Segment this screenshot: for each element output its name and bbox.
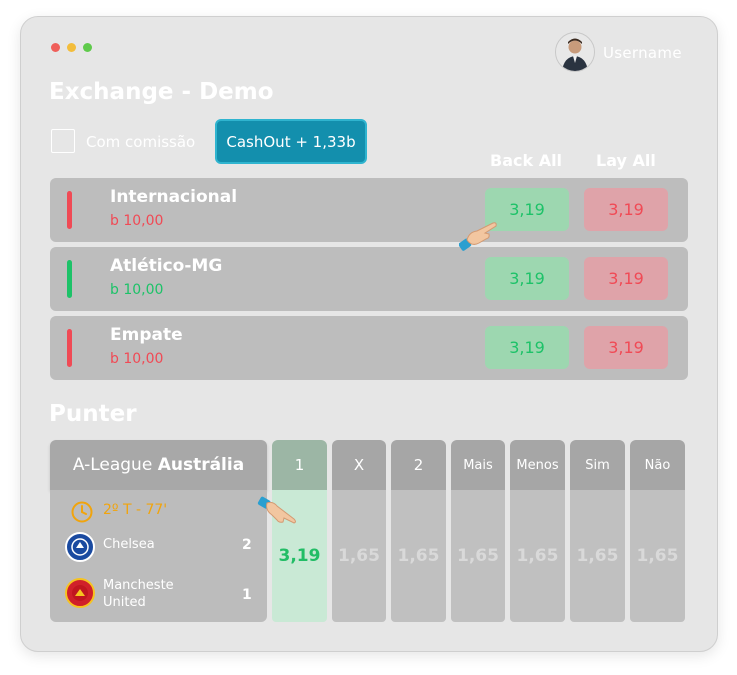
lay-odd-button[interactable]: 3,19 (584, 257, 668, 300)
away-team-score: 1 (242, 587, 252, 603)
punter-section-title: Punter (49, 401, 137, 427)
pointer-hand-icon (459, 222, 497, 251)
market-odd-sim[interactable]: 1,65 (570, 490, 625, 622)
away-team-name: Mancheste United (103, 577, 174, 611)
home-team-name: Chelsea (103, 537, 155, 552)
away-team-name-line2: United (103, 595, 146, 610)
back-odd-button[interactable]: 3,19 (485, 326, 569, 369)
market-odd-2[interactable]: 1,65 (391, 490, 446, 622)
lay-all-button[interactable]: Lay All (596, 151, 656, 170)
runner-row-empate: Empate b 10,00 3,19 3,19 (50, 316, 688, 380)
lay-odd-button[interactable]: 3,19 (584, 326, 668, 369)
lay-odd-button[interactable]: 3,19 (584, 188, 668, 231)
market-header-2[interactable]: 2 (391, 440, 446, 490)
market-header-nao[interactable]: Não (630, 440, 685, 490)
runner-profit-loss: b 10,00 (110, 213, 164, 229)
runner-name: Empate (110, 325, 183, 345)
back-odd-button[interactable]: 3,19 (485, 257, 569, 300)
runner-profit-loss: b 10,00 (110, 351, 164, 367)
runner-status-bar (67, 329, 72, 367)
market-odd-menos[interactable]: 1,65 (510, 490, 565, 622)
league-header: A-League Austrália (50, 440, 267, 490)
league-prefix: A-League (72, 455, 153, 475)
market-odd-x[interactable]: 1,65 (332, 490, 386, 622)
market-odd-nao[interactable]: 1,65 (630, 490, 685, 622)
runner-status-bar (67, 260, 72, 298)
user-avatar-icon (556, 33, 594, 71)
runner-name: Internacional (110, 187, 238, 207)
chelsea-crest-icon (65, 532, 95, 562)
runner-row-atletico-mg: Atlético-MG b 10,00 3,19 3,19 (50, 247, 688, 311)
runner-row-internacional: Internacional b 10,00 3,19 3,19 (50, 178, 688, 242)
away-team-name-line1: Mancheste (103, 578, 174, 593)
avatar[interactable] (555, 32, 595, 72)
pointer-hand-icon (257, 496, 296, 524)
match-card: 2º T - 77' Chelsea 2 Mancheste United 1 (50, 490, 267, 622)
market-header-menos[interactable]: Menos (510, 440, 565, 490)
match-time: 2º T - 77' (103, 502, 168, 518)
market-odd-mais[interactable]: 1,65 (451, 490, 505, 622)
close-window-dot[interactable] (51, 43, 60, 52)
market-header-sim[interactable]: Sim (570, 440, 625, 490)
username-label: Username (603, 44, 682, 62)
commission-label: Com comissão (86, 133, 196, 151)
back-all-button[interactable]: Back All (490, 151, 562, 170)
cashout-button[interactable]: CashOut + 1,33b (215, 119, 367, 164)
runner-name: Atlético-MG (110, 256, 223, 276)
app-window: Username Exchange - Demo Com comissão Ca… (20, 16, 718, 652)
market-header-mais[interactable]: Mais (451, 440, 505, 490)
maximize-window-dot[interactable] (83, 43, 92, 52)
market-header-x[interactable]: X (332, 440, 386, 490)
clock-icon (71, 501, 93, 523)
home-team-score: 2 (242, 537, 252, 553)
commission-checkbox[interactable] (51, 129, 75, 153)
runner-status-bar (67, 191, 72, 229)
market-header-1[interactable]: 1 (272, 440, 327, 490)
minimize-window-dot[interactable] (67, 43, 76, 52)
league-name: Austrália (157, 455, 245, 475)
manchester-united-crest-icon (65, 578, 95, 608)
page-title: Exchange - Demo (49, 79, 274, 105)
runner-profit-loss: b 10,00 (110, 282, 164, 298)
